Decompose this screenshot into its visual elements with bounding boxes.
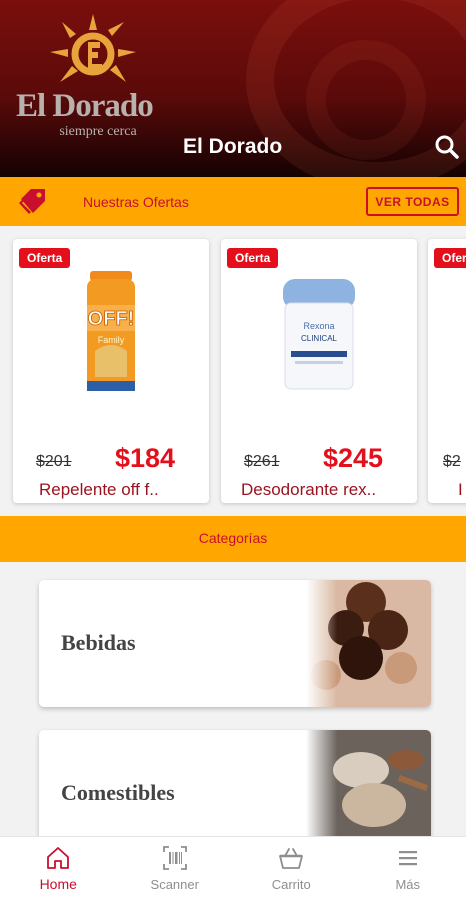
- product-card[interactable]: Rexona CLINICAL Oferta $261 $245 Desodor…: [221, 239, 417, 503]
- product-card[interactable]: Oferta $2 I: [428, 239, 466, 503]
- svg-text:Rexona: Rexona: [303, 321, 334, 331]
- logo-wordmark: El Dorado: [16, 88, 154, 124]
- product-name: I: [458, 480, 463, 499]
- categories-title: Categorías: [198, 530, 268, 546]
- nav-scanner[interactable]: Scanner: [117, 837, 234, 900]
- product-name: Desodorante rex..: [241, 480, 377, 499]
- old-price: $261: [244, 453, 280, 470]
- nav-label: Más: [395, 877, 421, 892]
- header-decoration: [306, 40, 426, 160]
- offers-header: Nuestras Ofertas VER TODAS: [0, 177, 466, 226]
- logo-tagline: siempre cerca: [59, 124, 137, 139]
- bottom-navigation: Home Scanner Carrito Más: [0, 836, 466, 900]
- svg-text:OFF!: OFF!: [88, 308, 135, 330]
- product-card[interactable]: OFF! Family Oferta $201 $184 Repelente o…: [13, 239, 209, 503]
- category-name: Bebidas: [61, 630, 136, 655]
- product-image: Rexona CLINICAL: [283, 279, 355, 390]
- old-price: $2: [443, 453, 461, 470]
- nav-label: Scanner: [150, 877, 199, 892]
- category-name: Comestibles: [61, 780, 175, 805]
- offer-badge: Oferta: [227, 248, 279, 268]
- page-title: El Dorado: [183, 135, 283, 158]
- nav-cart[interactable]: Carrito: [233, 837, 350, 900]
- app-header: El Dorado siempre cerca El Dorado: [0, 0, 466, 177]
- nav-label: Home: [39, 876, 77, 892]
- offer-price: $245: [323, 443, 384, 473]
- basket-icon: [279, 848, 304, 869]
- old-price: $201: [36, 453, 72, 470]
- barcode-scanner-icon: [162, 846, 187, 870]
- price-tag-icon: [19, 189, 45, 214]
- category-card-bebidas[interactable]: Bebidas: [39, 580, 431, 707]
- view-all-button[interactable]: VER TODAS: [366, 187, 459, 216]
- menu-icon: [398, 851, 417, 866]
- product-image: OFF! Family: [87, 271, 135, 391]
- offers-carousel[interactable]: OFF! Family Oferta $201 $184 Repelente o…: [0, 226, 466, 516]
- product-name: Repelente off f..: [39, 480, 159, 499]
- offer-badge: Oferta: [434, 248, 466, 268]
- svg-text:Family: Family: [98, 335, 125, 345]
- offer-price: $184: [115, 443, 176, 473]
- offer-badge: Oferta: [19, 248, 71, 268]
- nav-label: Carrito: [271, 877, 311, 892]
- search-icon[interactable]: [434, 134, 460, 160]
- nav-home[interactable]: Home: [0, 837, 117, 900]
- svg-text:CLINICAL: CLINICAL: [301, 334, 338, 343]
- category-image: [306, 580, 431, 707]
- categories-header: Categorías: [0, 516, 466, 562]
- logo-sun-icon: [50, 14, 136, 82]
- home-icon: [47, 847, 70, 869]
- nav-more[interactable]: Más: [350, 837, 466, 900]
- offers-title: Nuestras Ofertas: [83, 194, 189, 210]
